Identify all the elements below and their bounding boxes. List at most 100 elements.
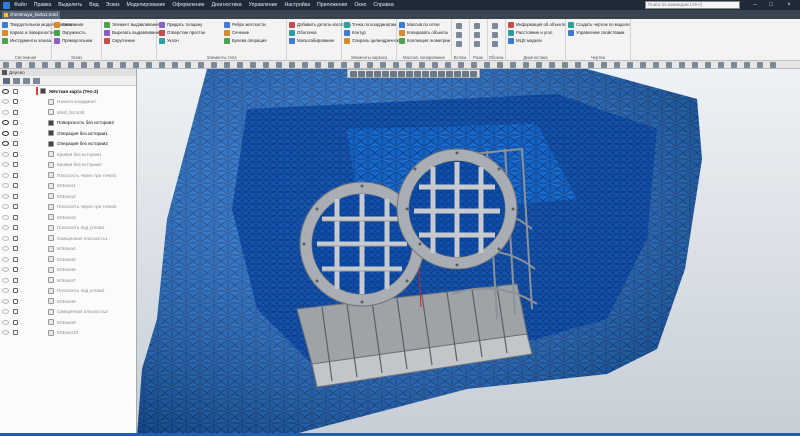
ribbon-button[interactable]: Коллекция геометрии (399, 37, 450, 44)
visibility-eye-icon[interactable] (2, 193, 9, 199)
ribbon-tool-icon[interactable] (492, 40, 500, 47)
tree-structure-icon[interactable] (13, 78, 20, 84)
toolbar-icon[interactable] (237, 62, 243, 68)
ribbon-tool-icon[interactable] (456, 31, 464, 38)
include-toggle-icon[interactable] (13, 99, 18, 104)
tree-item[interactable]: stkof_tst.m3d (0, 107, 136, 117)
toolbar-icon[interactable] (575, 62, 581, 68)
ribbon-tool-icon[interactable] (492, 22, 500, 29)
visibility-eye-icon[interactable] (2, 267, 9, 272)
tree-item[interactable]: МЭскиз7 (0, 275, 136, 285)
toolbar-icon[interactable] (354, 62, 360, 68)
toolbar-icon[interactable] (510, 62, 516, 68)
toolbar-icon[interactable] (289, 62, 295, 68)
ribbon-tool-icon[interactable] (456, 22, 464, 29)
ribbon-button[interactable]: Булева операция (224, 37, 267, 44)
ribbon-button[interactable]: Создать чертеж по модели (568, 21, 630, 28)
visibility-eye-icon[interactable] (2, 277, 9, 283)
view-tool-icon[interactable] (446, 71, 453, 77)
menu-item[interactable]: Правка (34, 2, 52, 8)
ribbon-tool-icon[interactable] (474, 40, 482, 47)
menu-item[interactable]: Оформление (172, 2, 204, 8)
include-toggle-icon[interactable] (13, 235, 18, 241)
ribbon-button[interactable]: МЦХ модели (508, 37, 542, 44)
ribbon-tool-icon[interactable] (474, 22, 482, 29)
toolbar-icon[interactable] (471, 62, 477, 68)
visibility-eye-icon[interactable] (2, 183, 9, 188)
toolbar-icon[interactable] (705, 62, 711, 68)
toolbar-icon[interactable] (406, 62, 412, 68)
toolbar-icon[interactable] (302, 62, 308, 68)
include-toggle-icon[interactable] (13, 225, 18, 230)
visibility-eye-icon[interactable] (2, 298, 9, 304)
visibility-eye-icon[interactable] (2, 109, 9, 115)
menu-item[interactable]: Выделить (58, 2, 82, 8)
include-toggle-icon[interactable] (13, 298, 18, 304)
menu-item[interactable]: Приложения (317, 2, 347, 8)
toolbar-icon[interactable] (263, 62, 269, 68)
toolbar-icon[interactable] (185, 62, 191, 68)
visibility-eye-icon[interactable] (2, 256, 9, 262)
toolbar-icon[interactable] (614, 62, 620, 68)
toolbar-icon[interactable] (315, 62, 321, 68)
view-tool-icon[interactable] (406, 71, 413, 77)
menu-item[interactable]: Окно (354, 2, 366, 8)
model-render[interactable] (137, 69, 800, 436)
include-toggle-icon[interactable] (13, 319, 18, 325)
ribbon-button[interactable]: Информация об объекте (508, 21, 566, 28)
toolbar-icon[interactable] (146, 62, 152, 68)
toolbar-icon[interactable] (458, 62, 464, 68)
include-toggle-icon[interactable] (13, 214, 18, 220)
ribbon-button[interactable]: Копировать объекты (399, 29, 448, 36)
tree-item[interactable]: Кривая без истории2 (0, 160, 136, 170)
ribbon-button[interactable]: Спираль цилиндрическая (344, 37, 403, 44)
include-toggle-icon[interactable] (13, 277, 18, 283)
toolbar-icon[interactable] (536, 62, 542, 68)
visibility-eye-icon[interactable] (2, 309, 9, 314)
toolbar-icon[interactable] (718, 62, 724, 68)
include-toggle-icon[interactable] (13, 172, 18, 178)
toolbar-icon[interactable] (328, 62, 334, 68)
include-toggle-icon[interactable] (13, 288, 18, 293)
toolbar-icon[interactable] (562, 62, 568, 68)
visibility-eye-icon[interactable] (2, 99, 9, 104)
include-toggle-icon[interactable] (13, 246, 18, 251)
toolbar-icon[interactable] (211, 62, 217, 68)
visibility-eye-icon[interactable] (2, 214, 9, 220)
ribbon-tool-icon[interactable] (456, 40, 464, 47)
ribbon-button[interactable]: Каркас и поверхности (2, 29, 54, 36)
toolbar-icon[interactable] (692, 62, 698, 68)
visibility-eye-icon[interactable] (2, 235, 9, 241)
toolbar-icon[interactable] (627, 62, 633, 68)
ribbon-button[interactable]: Окружность (54, 29, 86, 36)
minimize-icon[interactable]: – (748, 0, 762, 10)
menu-item[interactable]: Эскиз (106, 2, 120, 8)
tree-item[interactable]: МЭскиз3 (0, 212, 136, 222)
include-toggle-icon[interactable] (13, 120, 18, 125)
toolbar-icon[interactable] (601, 62, 607, 68)
ribbon-button[interactable]: Придать толщину (159, 21, 202, 28)
tree-item[interactable]: МЭскиз6 (0, 265, 136, 275)
tree-item[interactable]: Плоскость под углом1 (0, 223, 136, 233)
toolbar-icon[interactable] (380, 62, 386, 68)
toolbar-icon[interactable] (757, 62, 763, 68)
toolbar-icon[interactable] (640, 62, 646, 68)
toolbar-icon[interactable] (419, 62, 425, 68)
toolbar-icon[interactable] (224, 62, 230, 68)
toolbar-icon[interactable] (55, 62, 61, 68)
tree-item[interactable]: Операция без истории2 (0, 139, 136, 149)
visibility-eye-icon[interactable] (2, 141, 9, 146)
visibility-eye-icon[interactable] (2, 204, 9, 209)
tree-item[interactable]: Смещенная плоскость2 (0, 307, 136, 317)
toolbar-icon[interactable] (666, 62, 672, 68)
tree-item[interactable]: МЭскиз1 (0, 181, 136, 191)
visibility-eye-icon[interactable] (2, 88, 9, 94)
tree-settings-icon[interactable] (33, 78, 40, 84)
ribbon-button[interactable]: Скругление (104, 37, 135, 44)
toolbar-icon[interactable] (198, 62, 204, 68)
toolbar-icon[interactable] (588, 62, 594, 68)
toolbar-icon[interactable] (341, 62, 347, 68)
include-toggle-icon[interactable] (13, 267, 18, 272)
tree-item[interactable]: МЭскиз10 (0, 328, 136, 338)
filter-icon[interactable] (3, 78, 10, 84)
